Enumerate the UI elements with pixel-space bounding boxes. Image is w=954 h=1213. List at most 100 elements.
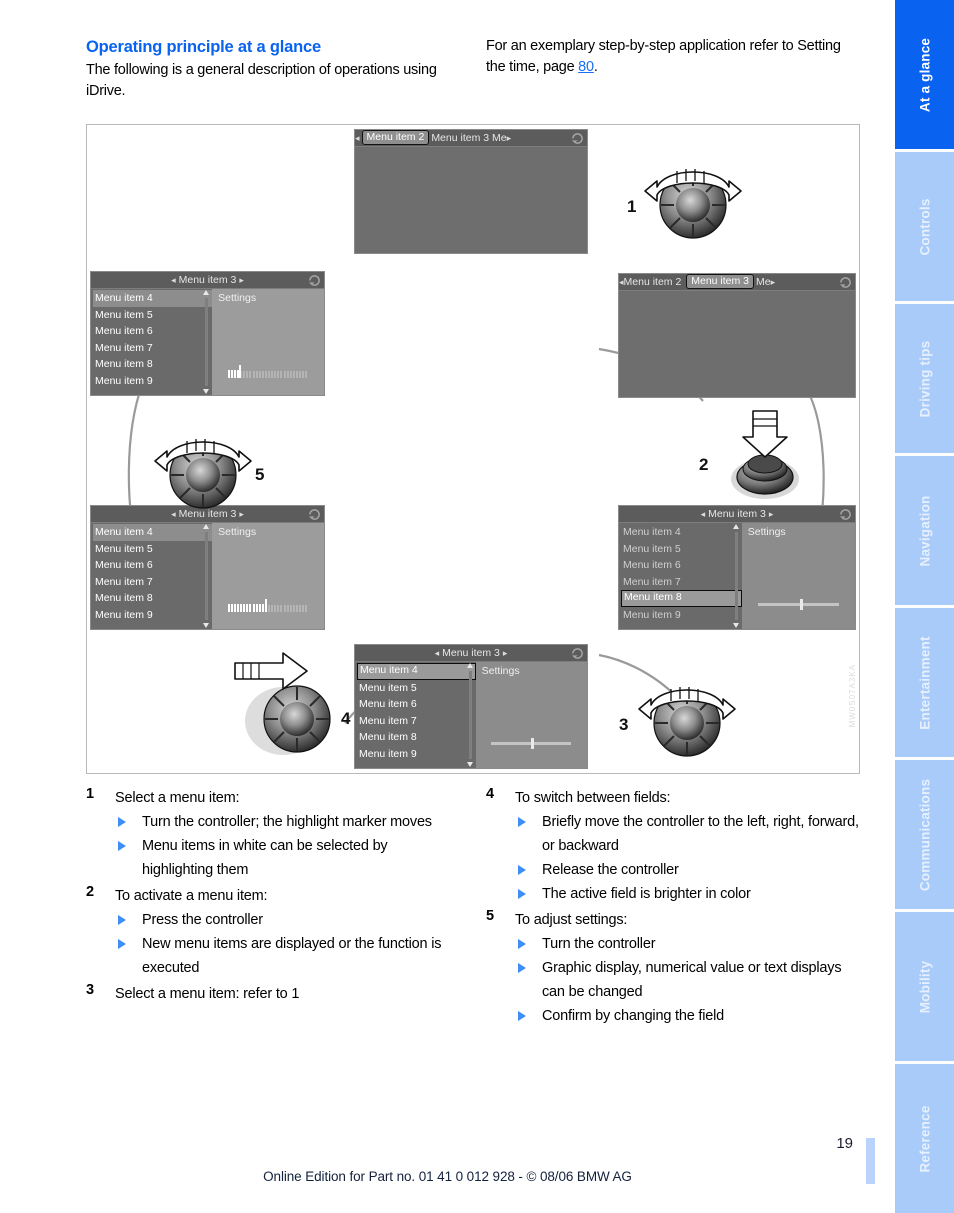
sidebar-tab-reference[interactable]: Reference <box>895 1064 954 1213</box>
list-item[interactable]: Menu item 8 <box>357 729 476 746</box>
meter-segment <box>274 371 277 379</box>
tab-truncated[interactable]: Me <box>756 276 771 288</box>
controller-knob-4: 4 <box>211 649 371 767</box>
scroll-track[interactable] <box>734 532 738 620</box>
list-item[interactable]: Menu item 5 <box>93 307 212 324</box>
detail-pane-active[interactable]: Settings <box>212 289 324 395</box>
list-scrollbar[interactable] <box>203 290 210 394</box>
list-scrollbar[interactable] <box>466 663 474 767</box>
tab-selected[interactable]: Menu item 3 <box>686 274 755 289</box>
tab-right-arrow-icon[interactable]: ▸ <box>507 133 512 143</box>
sidebar-tab-controls[interactable]: Controls <box>895 152 954 301</box>
meter-segment <box>274 605 277 613</box>
list-item[interactable]: Menu item 6 <box>93 557 212 574</box>
list-item[interactable]: Menu item 7 <box>93 340 212 357</box>
scroll-up-icon[interactable] <box>732 524 739 529</box>
detail-title: Settings <box>218 292 257 304</box>
scroll-up-icon[interactable] <box>203 524 210 529</box>
sidebar-tab-communications[interactable]: Communications <box>895 760 954 909</box>
title-left-arrow-icon[interactable]: ◂ <box>171 275 176 285</box>
list-item[interactable]: Menu item 8 <box>93 590 212 607</box>
list-item-selected[interactable]: Menu item 4 <box>357 663 476 680</box>
sidebar-tab-at-a-glance[interactable]: At a glance <box>895 0 954 149</box>
meter-segment <box>243 604 246 613</box>
meter-segment <box>305 371 308 379</box>
menu-list[interactable]: Menu item 4 Menu item 5 Menu item 6 Menu… <box>91 523 213 629</box>
sidebar-tab-driving-tips[interactable]: Driving tips <box>895 304 954 453</box>
list-item[interactable]: Menu item 9 <box>93 607 212 624</box>
settings-meter[interactable] <box>227 599 309 613</box>
list-item[interactable]: Menu item 7 <box>93 574 212 591</box>
list-item-selected[interactable]: Menu item 4 <box>93 524 213 541</box>
list-item[interactable]: Menu item 8 <box>93 356 212 373</box>
tab-right-arrow-icon[interactable]: ▸ <box>771 277 776 287</box>
detail-pane-active[interactable]: Settings <box>212 523 324 629</box>
settings-meter[interactable] <box>227 365 309 379</box>
scroll-down-icon[interactable] <box>466 762 473 767</box>
footer-text: Online Edition for Part no. 01 41 0 012 … <box>263 1169 632 1184</box>
scroll-up-icon[interactable] <box>203 290 210 295</box>
triangle-bullet-icon <box>118 841 126 851</box>
meter-segment <box>299 605 302 613</box>
tab-truncated[interactable]: Me <box>492 132 507 144</box>
menu-list[interactable]: Menu item 4 Menu item 5 Menu item 6 Menu… <box>355 662 476 768</box>
tab-prev[interactable]: Menu item 2 <box>624 276 682 288</box>
tab-left-arrow-icon[interactable]: ◂ <box>355 133 360 143</box>
scroll-track[interactable] <box>205 298 209 386</box>
step-bullet: Turn the controller <box>515 932 861 956</box>
list-item[interactable]: Menu item 9 <box>621 607 742 624</box>
menu-list[interactable]: Menu item 4 Menu item 5 Menu item 6 Menu… <box>619 523 742 629</box>
page-reference-link[interactable]: 80 <box>578 59 594 75</box>
scroll-down-icon[interactable] <box>203 389 210 394</box>
settings-slider[interactable] <box>491 737 572 749</box>
title-right-arrow-icon[interactable]: ▸ <box>503 648 508 658</box>
sidebar-tab-navigation[interactable]: Navigation <box>895 456 954 605</box>
detail-pane[interactable]: Settings <box>741 523 855 629</box>
refresh-icon <box>571 648 583 659</box>
scroll-down-icon[interactable] <box>203 623 210 628</box>
scroll-down-icon[interactable] <box>732 623 739 628</box>
list-scrollbar[interactable] <box>732 524 740 628</box>
sidebar-tab-entertainment[interactable]: Entertainment <box>895 608 954 757</box>
meter-segment <box>255 371 258 379</box>
detail-title: Settings <box>481 665 520 677</box>
list-item[interactable]: Menu item 5 <box>357 680 476 697</box>
list-item[interactable]: Menu item 9 <box>93 373 212 390</box>
step-bullet: The active field is brighter in color <box>515 882 861 906</box>
list-item[interactable]: Menu item 6 <box>621 557 742 574</box>
tab-selected[interactable]: Menu item 2 <box>361 130 430 145</box>
scroll-track[interactable] <box>205 532 209 620</box>
scroll-track[interactable] <box>468 671 472 759</box>
screen-body: Menu item 4 Menu item 5 Menu item 6 Menu… <box>91 289 324 395</box>
list-item-selected[interactable]: Menu item 8 <box>621 590 742 607</box>
slider-knob[interactable] <box>531 737 535 749</box>
menu-list[interactable]: Menu item 4 Menu item 5 Menu item 6 Menu… <box>91 289 213 395</box>
list-item[interactable]: Menu item 7 <box>357 713 476 730</box>
list-item[interactable]: Menu item 5 <box>93 541 212 558</box>
slider-knob[interactable] <box>799 598 803 610</box>
meter-segment <box>261 371 264 379</box>
list-item[interactable]: Menu item 4 <box>621 524 742 541</box>
list-item[interactable]: Menu item 5 <box>621 541 742 558</box>
scroll-up-icon[interactable] <box>466 663 473 668</box>
list-scrollbar[interactable] <box>203 524 210 628</box>
list-item[interactable]: Menu item 9 <box>357 746 476 763</box>
meter-cursor[interactable] <box>264 599 267 613</box>
sidebar-tab-label: Entertainment <box>917 635 932 730</box>
detail-pane[interactable]: Settings <box>475 662 587 768</box>
list-item-selected[interactable]: Menu item 4 <box>93 290 213 307</box>
meter-cursor[interactable] <box>239 365 242 379</box>
list-item[interactable]: Menu item 6 <box>93 323 212 340</box>
figure-watermark: MW0S07A3KA <box>848 663 857 727</box>
list-item[interactable]: Menu item 6 <box>357 696 476 713</box>
tab-next[interactable]: Menu item 3 <box>431 132 489 144</box>
title-right-arrow-icon[interactable]: ▸ <box>239 275 244 285</box>
triangle-bullet-icon <box>518 1011 526 1021</box>
title-left-arrow-icon[interactable]: ◂ <box>435 648 440 658</box>
sidebar-tab-mobility[interactable]: Mobility <box>895 912 954 1061</box>
step-bullet: Briefly move the controller to the left,… <box>515 810 861 858</box>
list-item[interactable]: Menu item 7 <box>621 574 742 591</box>
meter-segment <box>271 371 274 379</box>
settings-slider[interactable] <box>757 598 840 610</box>
meter-segment <box>252 604 255 613</box>
